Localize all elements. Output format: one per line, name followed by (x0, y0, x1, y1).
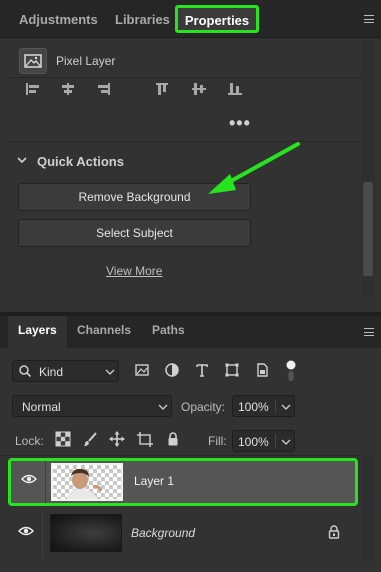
row-divider (45, 461, 46, 503)
lock-transparent-pixels-icon[interactable] (55, 431, 71, 447)
fill-field[interactable]: 100% (232, 430, 295, 452)
chevron-down-icon (105, 369, 115, 375)
row-divider (42, 510, 43, 558)
layers-panel: Layers Channels Paths Kind Normal Opacit… (0, 316, 381, 572)
layer-thumbnail[interactable] (50, 514, 122, 552)
scrollbar-thumb[interactable] (363, 182, 373, 276)
layer-row-layer-1[interactable]: Layer 1 (8, 458, 358, 506)
more-options-icon[interactable]: ••• (229, 114, 251, 132)
opacity-field[interactable]: 100% (232, 395, 295, 417)
tab-channels[interactable]: Channels (67, 316, 141, 348)
layer-name[interactable]: Layer 1 (134, 474, 174, 488)
layers-tab-bar: Layers Channels Paths (0, 316, 381, 348)
chevron-down-icon[interactable] (281, 438, 291, 446)
properties-header: Pixel Layer (10, 44, 372, 78)
eye-visibility-icon[interactable] (18, 526, 34, 536)
image-filter-icon[interactable] (134, 362, 150, 378)
fill-value[interactable]: 100% (238, 435, 269, 449)
fill-label: Fill: (208, 434, 227, 448)
lock-icon[interactable] (328, 525, 340, 539)
chevron-down-icon[interactable] (281, 403, 291, 411)
layer-kind-label: Pixel Layer (56, 54, 116, 68)
lock-position-icon[interactable] (109, 431, 125, 447)
blend-mode-dropdown[interactable]: Normal (12, 395, 172, 417)
shape-filter-icon[interactable] (224, 362, 240, 378)
blend-mode-value: Normal (22, 400, 61, 414)
opacity-value[interactable]: 100% (238, 400, 269, 414)
adjustment-filter-icon[interactable] (164, 362, 180, 378)
person-thumbnail-icon (67, 468, 103, 499)
smart-object-filter-icon[interactable] (254, 362, 270, 378)
align-top-icon[interactable] (156, 83, 170, 95)
tab-properties[interactable]: Properties (175, 5, 259, 33)
filter-kind-label: Kind (39, 365, 64, 379)
layer-row-background[interactable]: Background (8, 510, 358, 558)
view-more-link[interactable]: View More (106, 264, 162, 278)
field-divider (275, 434, 276, 448)
align-vertical-center-icon[interactable] (192, 83, 206, 95)
search-icon (19, 365, 32, 378)
tab-libraries[interactable]: Libraries (115, 8, 170, 32)
field-divider (275, 399, 276, 413)
chevron-down-icon[interactable] (16, 155, 28, 165)
layer-thumbnail[interactable] (51, 463, 123, 501)
filter-kind-dropdown[interactable]: Kind (12, 360, 119, 382)
annotation-arrow-icon (208, 142, 300, 194)
pixel-layer-icon (19, 48, 47, 74)
tab-adjustments[interactable]: Adjustments (19, 8, 98, 32)
scrollbar-track[interactable] (362, 456, 374, 566)
section-divider (0, 455, 362, 456)
properties-tab-bar: Adjustments Libraries Properties (0, 0, 381, 38)
align-horizontal-center-icon[interactable] (61, 83, 75, 95)
artboard-nesting-icon[interactable] (137, 431, 153, 447)
tab-paths[interactable]: Paths (142, 316, 195, 348)
opacity-label: Opacity: (181, 400, 226, 414)
select-subject-button[interactable]: Select Subject (18, 219, 251, 247)
layer-name[interactable]: Background (131, 526, 195, 540)
chevron-down-icon (158, 404, 168, 410)
align-right-icon[interactable] (96, 83, 110, 95)
panel-menu-icon[interactable] (364, 15, 374, 23)
align-bottom-icon[interactable] (228, 83, 242, 95)
lock-all-icon[interactable] (165, 431, 181, 447)
properties-panel: Adjustments Libraries Properties Pixel L… (0, 0, 381, 312)
filter-toggle-icon[interactable] (286, 360, 296, 382)
lock-label: Lock: (15, 434, 44, 448)
lock-image-pixels-icon[interactable] (82, 431, 98, 447)
tab-layers[interactable]: Layers (8, 316, 67, 348)
quick-actions-title[interactable]: Quick Actions (37, 154, 124, 169)
eye-visibility-icon[interactable] (21, 474, 37, 484)
type-filter-icon[interactable] (194, 362, 210, 378)
panel-menu-icon[interactable] (364, 328, 374, 336)
align-left-icon[interactable] (26, 83, 40, 95)
